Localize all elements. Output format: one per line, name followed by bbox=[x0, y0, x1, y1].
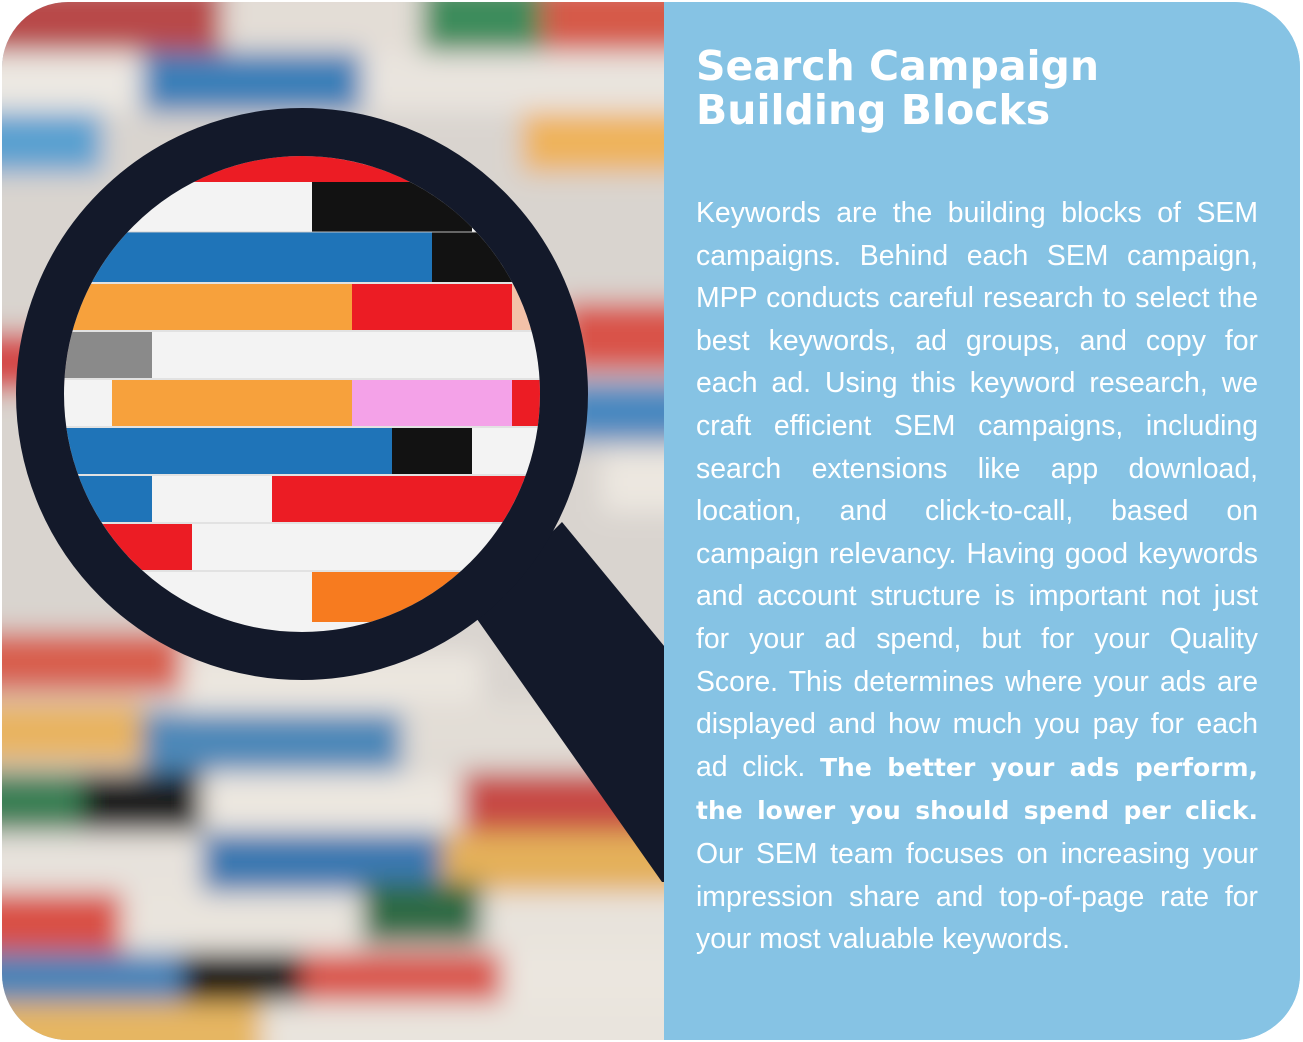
body-text-start: Keywords are the building blocks of SEM … bbox=[696, 197, 1258, 783]
content-card: Search Campaign Building Blocks Keywords… bbox=[2, 2, 1300, 1040]
body-paragraph: Keywords are the building blocks of SEM … bbox=[696, 192, 1258, 961]
title-line-1: Search Campaign bbox=[696, 42, 1100, 90]
text-panel: Search Campaign Building Blocks Keywords… bbox=[664, 2, 1300, 1040]
body-text-end: Our SEM team focuses on increasing your … bbox=[696, 837, 1258, 956]
section-title: Search Campaign Building Blocks bbox=[696, 44, 1266, 132]
magnifier-photo bbox=[2, 2, 664, 1040]
title-line-2: Building Blocks bbox=[696, 86, 1051, 134]
